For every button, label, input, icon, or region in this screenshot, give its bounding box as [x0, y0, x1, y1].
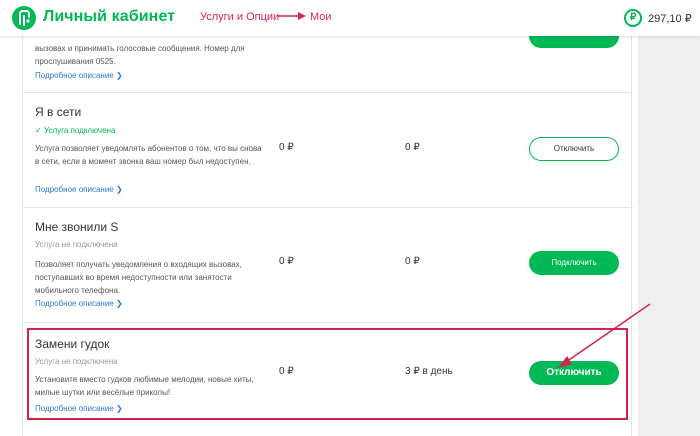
service-description: Позволяет получать уведомления о входящи… [35, 260, 242, 295]
breadcrumb-mine: Мои [310, 11, 332, 23]
brand-title[interactable]: Личный кабинет [43, 8, 175, 26]
service-title: Мне звонили S [35, 220, 119, 234]
balance-value[interactable]: 297,10 ₽ [648, 12, 692, 25]
service-row: Я в сети ✓ Услуга подключена Услуга позв… [23, 93, 633, 207]
service-description: Услуга позволяет уведомлять абонентов о … [35, 144, 262, 166]
service-row: вызовах и принимать голосовые сообщения.… [23, 24, 633, 92]
disconnect-button[interactable]: Отключить [529, 137, 619, 161]
service-title: Я в сети [35, 105, 82, 119]
service-description: вызовах и принимать голосовые сообщения.… [35, 44, 245, 66]
arrow-right-icon [278, 12, 306, 20]
page: Личный кабинет Услуги и Опции Мои ₽ 297,… [0, 0, 700, 436]
service-price-subscription: 0 ₽ [405, 142, 420, 153]
annotation-arrow-icon [558, 303, 651, 368]
service-price-connect: 0 ₽ [279, 142, 294, 153]
service-price-connect: 0 ₽ [279, 256, 294, 267]
more-link[interactable]: Подробное описание ❯ [35, 71, 123, 80]
more-link[interactable]: Подробное описание ❯ [35, 299, 123, 308]
connect-button[interactable]: Подключить [529, 251, 619, 275]
megafon-logo-icon[interactable] [12, 6, 36, 30]
ruble-icon: ₽ [624, 9, 642, 27]
more-link[interactable]: Подробное описание ❯ [35, 185, 123, 194]
service-status: ✓ Услуга подключена [35, 126, 116, 135]
left-margin [0, 36, 22, 436]
breadcrumb-services: Услуги и Опции [200, 11, 280, 23]
header: Личный кабинет Услуги и Опции Мои ₽ 297,… [0, 0, 700, 36]
service-status: Услуга не подключена [35, 240, 118, 249]
annotation-highlight-box [27, 328, 628, 420]
service-price-subscription: 0 ₽ [405, 256, 420, 267]
